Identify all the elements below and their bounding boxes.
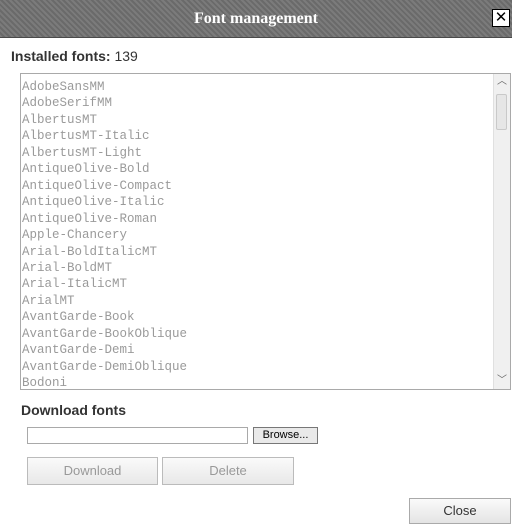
- font-file-input[interactable]: [27, 427, 248, 444]
- font-list-item[interactable]: Arial-BoldItalicMT: [21, 244, 495, 260]
- close-button[interactable]: Close: [409, 498, 511, 524]
- dialog-titlebar[interactable]: Font management ✕: [0, 0, 512, 38]
- download-fonts-heading: Download fonts: [21, 402, 126, 418]
- font-list-item[interactable]: AlbertusMT: [21, 112, 495, 128]
- list-scrollbar[interactable]: ︿ ﹀: [493, 74, 510, 389]
- font-list-item[interactable]: AdobeSerifMM: [21, 95, 495, 111]
- close-icon[interactable]: ✕: [492, 9, 510, 27]
- delete-button[interactable]: Delete: [162, 457, 294, 485]
- font-list-item[interactable]: Arial-BoldMT: [21, 260, 495, 276]
- dialog-title: Font management: [194, 10, 318, 27]
- font-list-item[interactable]: AvantGarde-BookOblique: [21, 326, 495, 342]
- font-list-item[interactable]: AntiqueOlive-Italic: [21, 194, 495, 210]
- font-list-item[interactable]: Bodoni: [21, 375, 495, 389]
- installed-fonts-heading: Installed fonts: 139: [11, 48, 138, 64]
- font-list-item[interactable]: AvantGarde-DemiOblique: [21, 359, 495, 375]
- font-list-item[interactable]: AntiqueOlive-Bold: [21, 161, 495, 177]
- font-list-item[interactable]: AdobeSansMM: [21, 79, 495, 95]
- font-list-item[interactable]: AntiqueOlive-Roman: [21, 211, 495, 227]
- installed-fonts-list[interactable]: AdobeSansMM AdobeSerifMM AlbertusMT Albertu…: [20, 73, 511, 390]
- font-list-item[interactable]: AntiqueOlive-Compact: [21, 178, 495, 194]
- chevron-up-icon[interactable]: ︿: [494, 74, 510, 90]
- scrollbar-thumb[interactable]: [496, 94, 507, 130]
- font-list-item[interactable]: Apple-Chancery: [21, 227, 495, 243]
- font-list-item[interactable]: ArialMT: [21, 293, 495, 309]
- font-list-item[interactable]: AvantGarde-Demi: [21, 342, 495, 358]
- font-list-item[interactable]: AvantGarde-Book: [21, 309, 495, 325]
- font-list-item[interactable]: AlbertusMT-Italic: [21, 128, 495, 144]
- installed-fonts-label: Installed fonts:: [11, 48, 111, 64]
- font-list-items: AdobeSansMM AdobeSerifMM AlbertusMT Albertu…: [21, 79, 495, 389]
- installed-fonts-count: 139: [114, 48, 138, 64]
- browse-button[interactable]: Browse...: [253, 427, 318, 444]
- download-button[interactable]: Download: [27, 457, 158, 485]
- font-list-item[interactable]: Arial-ItalicMT: [21, 276, 495, 292]
- font-list-item[interactable]: AlbertusMT-Light: [21, 145, 495, 161]
- chevron-down-icon[interactable]: ﹀: [494, 373, 510, 389]
